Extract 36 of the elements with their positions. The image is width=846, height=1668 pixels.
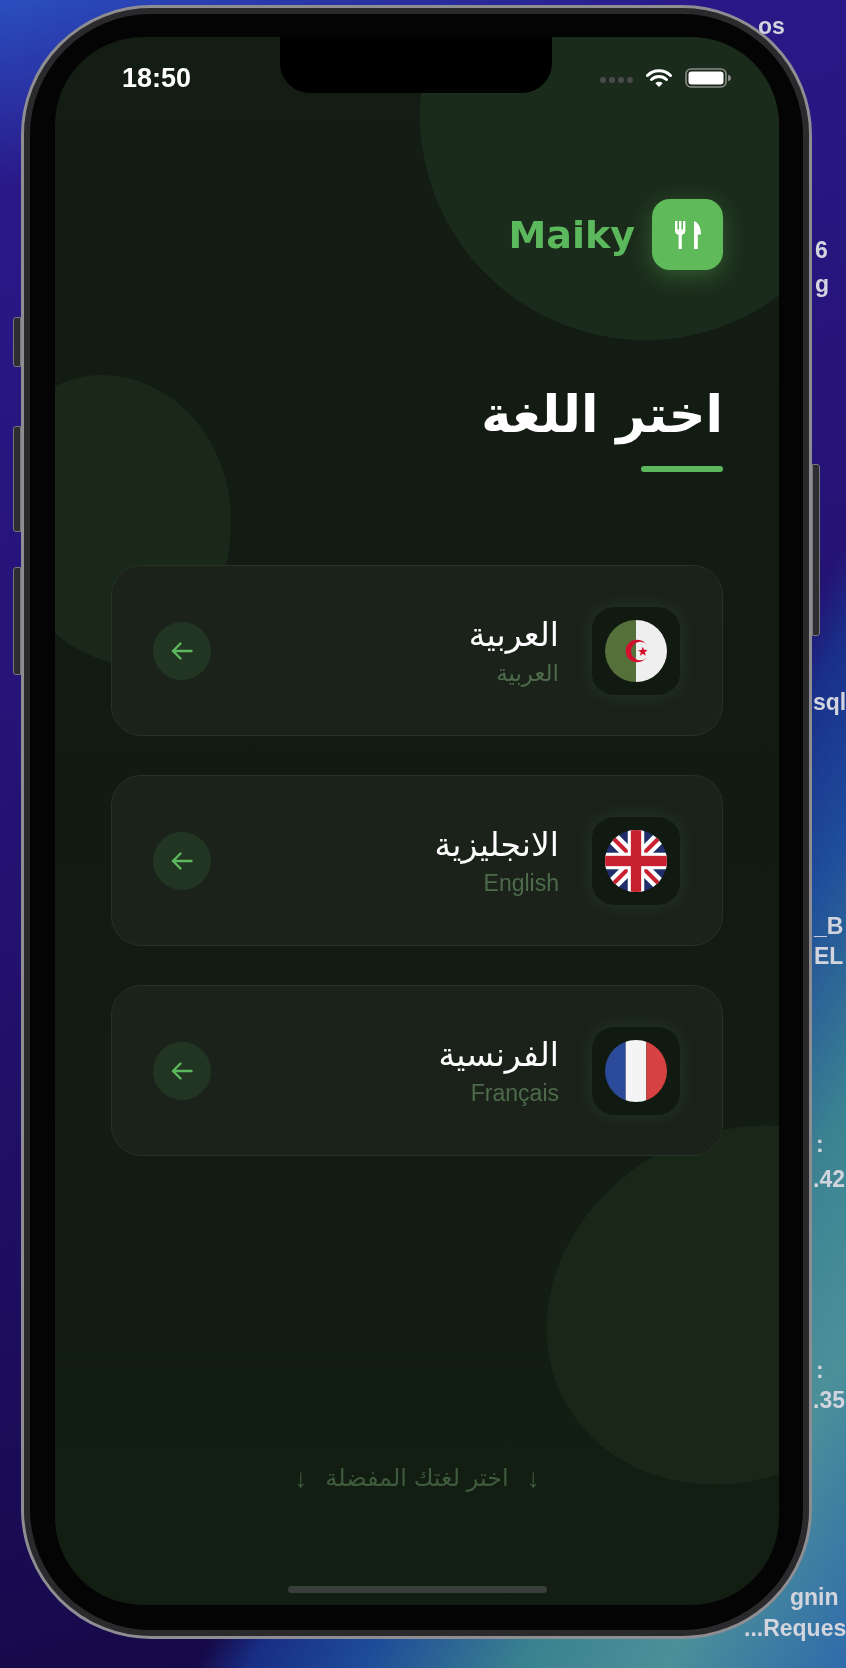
hint-arrow: ↓: [526, 1463, 540, 1493]
flag-icon: [592, 1026, 680, 1115]
language-name: الانجليزية: [434, 824, 559, 866]
desktop-text: gnin: [790, 1583, 839, 1611]
desktop-text: os: [758, 12, 785, 40]
desktop-text: ...Reques: [744, 1614, 846, 1642]
flag-icon: [592, 606, 680, 695]
language-option[interactable]: العربية العربية: [111, 565, 723, 736]
desktop-text: 6: [815, 236, 828, 264]
hint-text: اختر لغتك المفضلة: [325, 1463, 509, 1493]
desktop-text: g: [815, 270, 830, 298]
language-name: العربية: [468, 614, 559, 656]
language-native-name: العربية: [496, 658, 559, 688]
desktop-text: sql: [813, 688, 846, 716]
desktop-text: .35: [813, 1386, 845, 1414]
desktop-text: _B: [814, 912, 844, 940]
flag-icon: [592, 816, 680, 905]
fork-knife-icon: [652, 199, 723, 270]
desktop-text: :: [816, 1130, 824, 1158]
language-name: الفرنسية: [438, 1034, 559, 1076]
battery-icon: [685, 68, 731, 88]
arrow-left-icon: [171, 1061, 193, 1080]
arrow-left-icon: [171, 641, 193, 660]
wifi-icon: [646, 68, 672, 88]
desktop-text: :: [816, 1356, 824, 1384]
desktop-text: .42: [813, 1165, 845, 1193]
desktop-text: EL: [814, 942, 844, 970]
side-key: [13, 317, 21, 367]
arrow-left-icon: [171, 851, 193, 870]
brand-name: Maiky: [508, 212, 635, 257]
status-time: 18:50: [122, 63, 192, 93]
page-title: اختر اللغة: [480, 384, 724, 447]
language-native-name: Français: [470, 1078, 559, 1108]
language-native-name: English: [483, 868, 559, 898]
signal-icon: [600, 77, 633, 83]
hint-arrow: ↓: [294, 1463, 308, 1493]
